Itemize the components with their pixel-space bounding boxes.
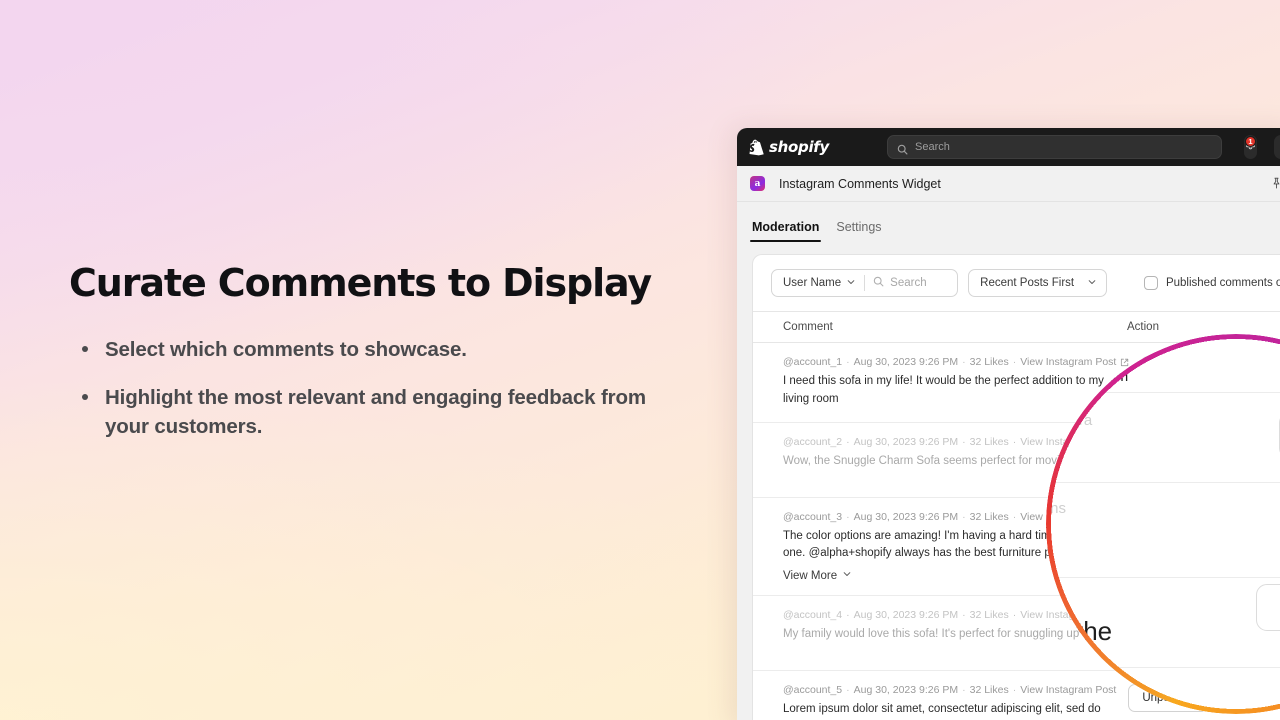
comment-likes: 32 Likes	[970, 511, 1009, 523]
comment-username: @account_4	[783, 609, 842, 621]
comment-date: Aug 30, 2023 9:26 PM	[854, 511, 959, 523]
tab-bar: Moderation Settings	[737, 202, 1280, 242]
user-search-placeholder: Search	[890, 277, 926, 289]
magnified-ghost-text: Ins	[1049, 604, 1069, 621]
sort-dropdown-value: Recent Posts First	[980, 277, 1074, 289]
pin-icon[interactable]	[1270, 177, 1280, 190]
meta-separator: ·	[846, 511, 850, 523]
bullet-dot-icon	[82, 346, 88, 352]
user-search-input[interactable]: Search	[865, 274, 957, 292]
meta-separator: ·	[1013, 436, 1017, 448]
notifications-button[interactable]: 1	[1244, 135, 1257, 159]
shopify-wordmark: shopify	[769, 138, 829, 156]
account-menu-button[interactable]: Diamond	[1274, 135, 1280, 159]
magnified-ghost-text: nights!	[1046, 434, 1070, 451]
column-header-action: Action	[1127, 321, 1280, 333]
tab-moderation[interactable]: Moderation	[752, 220, 819, 242]
search-icon	[897, 142, 908, 153]
comment-username: @account_5	[783, 684, 842, 696]
bullet-dot-icon	[82, 394, 88, 400]
app-title: Instagram Comments Widget	[779, 177, 941, 191]
user-name-search-group[interactable]: User Name Search	[771, 269, 958, 297]
magnified-row-divider	[1046, 667, 1280, 668]
checkbox-box-icon	[1144, 276, 1158, 290]
shopify-bag-icon	[749, 139, 764, 156]
tab-settings[interactable]: Settings	[836, 220, 881, 242]
comment-likes: 32 Likes	[970, 684, 1009, 696]
user-name-dropdown[interactable]: User Name	[772, 277, 864, 290]
view-more-label: View More	[783, 570, 837, 582]
notification-badge: 1	[1245, 136, 1256, 147]
page-title: Curate Comments to Display	[69, 262, 669, 305]
bullet-text: Highlight the most relevant and engaging…	[105, 386, 646, 438]
meta-separator: ·	[1013, 609, 1017, 621]
user-name-dropdown-label: User Name	[783, 277, 841, 289]
comment-date: Aug 30, 2023 9:26 PM	[854, 684, 959, 696]
column-header-comment: Comment	[783, 321, 1127, 333]
meta-separator: ·	[962, 436, 966, 448]
magnified-ghost-text: Instagram Post	[1046, 348, 1095, 365]
top-navigation-bar: shopify Search 1 Diamond	[737, 128, 1280, 166]
meta-separator: ·	[846, 609, 850, 621]
magnifier-callout: Instagram Post on to my living room Inst…	[1046, 334, 1280, 714]
app-icon: a	[750, 176, 765, 191]
app-icon-letter: a	[755, 179, 761, 189]
shopify-logo[interactable]: shopify	[749, 138, 829, 156]
meta-separator: ·	[962, 356, 966, 368]
magnified-ghost-text: Instagra	[1046, 412, 1092, 429]
list-item: Highlight the most relevant and engaging…	[69, 383, 669, 441]
meta-separator: ·	[1013, 356, 1017, 368]
comment-date: Aug 30, 2023 9:26 PM	[854, 609, 959, 621]
magnified-ghost-text: es	[1046, 542, 1050, 559]
search-input[interactable]: Search	[887, 135, 1222, 159]
published-comments-only-checkbox[interactable]: Published comments only	[1144, 276, 1280, 290]
meta-separator: ·	[962, 684, 966, 696]
magnified-unpublish-button[interactable]: Unpublish	[1256, 584, 1280, 631]
comment-date: Aug 30, 2023 9:26 PM	[854, 356, 959, 368]
magnified-row-divider	[1046, 482, 1280, 483]
magnified-row-divider	[1046, 577, 1280, 578]
comment-likes: 32 Likes	[970, 609, 1009, 621]
comment-username: @account_3	[783, 511, 842, 523]
comment-likes: 32 Likes	[970, 356, 1009, 368]
app-header: a Instagram Comments Widget	[737, 166, 1280, 202]
chevron-down-icon	[1087, 277, 1097, 290]
meta-separator: ·	[962, 511, 966, 523]
sort-dropdown[interactable]: Recent Posts First	[968, 269, 1107, 297]
magnified-ghost-text: Ins	[1046, 500, 1066, 517]
list-item: Select which comments to showcase.	[69, 335, 669, 364]
meta-separator: ·	[962, 609, 966, 621]
search-icon	[873, 274, 884, 292]
bullet-text: Select which comments to showcase.	[105, 338, 467, 361]
magnified-ghost-text: on to my living room	[1046, 368, 1128, 385]
magnified-ghost-text: oo	[1046, 522, 1051, 539]
marketing-copy: Curate Comments to Display Select which …	[69, 262, 669, 460]
meta-separator: ·	[846, 684, 850, 696]
comment-date: Aug 30, 2023 9:26 PM	[854, 436, 959, 448]
chevron-down-icon	[846, 277, 856, 290]
checkbox-label: Published comments only	[1166, 277, 1280, 289]
feature-bullet-list: Select which comments to showcase. Highl…	[69, 335, 669, 441]
chevron-down-icon	[842, 569, 852, 582]
magnified-ghost-text: up t	[1046, 628, 1066, 645]
comment-username: @account_1	[783, 356, 842, 368]
meta-separator: ·	[1013, 684, 1017, 696]
comment-likes: 32 Likes	[970, 436, 1009, 448]
filter-toolbar: User Name Search R	[753, 255, 1280, 311]
meta-separator: ·	[846, 356, 850, 368]
comment-username: @account_2	[783, 436, 842, 448]
meta-separator: ·	[1013, 511, 1017, 523]
magnified-row-divider	[1046, 392, 1280, 393]
meta-separator: ·	[846, 436, 850, 448]
search-placeholder: Search	[915, 141, 950, 153]
magnified-ghost-text: Instagram	[1051, 684, 1118, 701]
magnifier-content: Instagram Post on to my living room Inst…	[1046, 334, 1280, 714]
magnified-ghost-text: the	[1076, 616, 1112, 647]
